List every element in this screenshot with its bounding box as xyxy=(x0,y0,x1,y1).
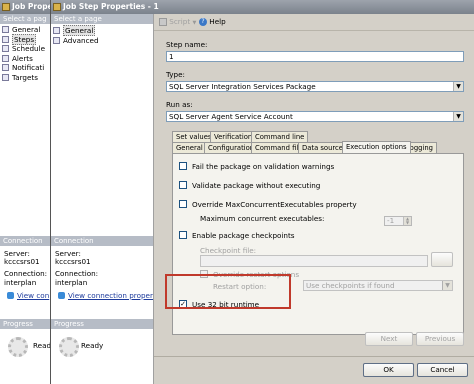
restart-option-select[interactable]: Use checkpoints if found ▼ xyxy=(303,280,453,291)
ok-button[interactable]: OK xyxy=(363,363,414,377)
script-icon xyxy=(159,18,167,26)
cancel-button[interactable]: Cancel xyxy=(417,363,468,377)
chevron-down-icon: ▼ xyxy=(453,82,463,91)
validate-checkbox[interactable] xyxy=(179,181,187,189)
back-window-title: Job Prope xyxy=(12,2,50,11)
job-step-icon xyxy=(53,3,61,11)
back-connection-panel: Server: kcccsrs01 Connection: interplan … xyxy=(0,246,50,319)
back-window: Job Prope Select a pag General Steps Sch… xyxy=(0,0,52,384)
next-button[interactable]: Next xyxy=(365,332,413,346)
window-title: Job Step Properties - 1 xyxy=(63,2,159,11)
link-icon xyxy=(58,292,65,300)
browse-button[interactable] xyxy=(431,252,453,267)
job-icon xyxy=(2,3,10,11)
stepper-arrows-icon: ▲ ▼ xyxy=(403,217,411,225)
back-progress-panel: Read xyxy=(0,329,52,384)
page-icon xyxy=(2,64,9,71)
progress-gear-icon xyxy=(8,337,28,357)
back-progress-status: Read xyxy=(33,341,52,350)
connection-header: Connection xyxy=(51,236,153,246)
chevron-down-icon: ▼ xyxy=(453,112,463,121)
checkpoint-file-input[interactable] xyxy=(200,255,428,267)
previous-button[interactable]: Previous xyxy=(416,332,464,346)
fail-package-label: Fail the package on validation warnings xyxy=(192,162,335,171)
page-icon xyxy=(2,45,9,52)
type-label: Type: xyxy=(166,70,185,79)
button-bar xyxy=(154,356,474,357)
connection-panel: Server: kcccsrs01 Connection: interplan … xyxy=(51,246,166,319)
back-window-titlebar[interactable]: Job Prope xyxy=(0,0,50,14)
back-view-connection-link[interactable]: View con xyxy=(0,291,50,300)
view-connection-properties-link[interactable]: View connection properties xyxy=(51,291,166,300)
enable-checkpoints-label: Enable package checkpoints xyxy=(192,231,295,240)
left-pane: Select a page General Advanced Connectio… xyxy=(51,14,166,384)
type-select[interactable]: SQL Server Integration Services Package … xyxy=(166,81,464,92)
back-connection-header: Connection xyxy=(0,236,50,246)
max-concurrent-label: Maximum concurrent executables: xyxy=(200,214,325,223)
back-progress-header: Progress xyxy=(0,319,50,329)
back-page-notifications[interactable]: Notificati xyxy=(0,63,50,73)
select-page-header: Select a page xyxy=(51,14,153,24)
validate-label: Validate package without executing xyxy=(192,181,321,190)
page-list: General Advanced xyxy=(51,24,153,236)
tab-verification[interactable]: Verification xyxy=(210,131,257,142)
progress-gear-icon xyxy=(59,337,79,357)
back-page-schedules[interactable]: Schedule xyxy=(0,44,50,54)
highlight-box xyxy=(165,274,291,309)
override-max-label: Override MaxConcurrentExecutables proper… xyxy=(192,200,357,209)
back-page-alerts[interactable]: Alerts xyxy=(0,54,50,64)
progress-status: Ready xyxy=(81,341,104,350)
server-value: kcccsrs01 xyxy=(55,257,91,267)
fail-package-checkbox[interactable] xyxy=(179,162,187,170)
run-as-select[interactable]: SQL Server Agent Service Account ▼ xyxy=(166,111,464,122)
tab-general[interactable]: General xyxy=(172,142,207,153)
progress-header: Progress xyxy=(51,319,153,329)
tab-execution-options[interactable]: Execution options xyxy=(342,141,411,153)
back-connection-value: interplan xyxy=(4,277,37,287)
back-server-value: kcccsrs01 xyxy=(4,257,40,267)
progress-panel: Ready xyxy=(51,329,153,384)
chevron-down-icon: ▼ xyxy=(192,20,197,26)
page-icon xyxy=(2,54,9,62)
script-button[interactable]: Script ▼ xyxy=(159,17,196,26)
toolbar: Script ▼ ? Help xyxy=(154,14,474,31)
step-name-input[interactable]: 1 xyxy=(166,51,464,62)
back-page-targets[interactable]: Targets xyxy=(0,73,50,83)
help-icon: ? xyxy=(199,18,207,26)
tab-set-values[interactable]: Set values xyxy=(172,131,216,142)
back-page-list: General Steps Schedule Alerts Notificati… xyxy=(0,24,50,236)
override-max-checkbox[interactable] xyxy=(179,200,187,208)
window-titlebar[interactable]: Job Step Properties - 1 xyxy=(51,0,474,14)
page-general[interactable]: General xyxy=(51,25,153,36)
back-select-page-header: Select a pag xyxy=(0,14,50,24)
right-pane: Script ▼ ? Help Step name: 1 Type: SQL S… xyxy=(153,14,474,384)
page-advanced[interactable]: Advanced xyxy=(51,36,153,46)
page-icon xyxy=(2,26,9,33)
checkpoint-file-label: Checkpoint file: xyxy=(200,246,257,255)
run-as-label: Run as: xyxy=(166,100,193,109)
page-icon xyxy=(2,73,9,81)
page-icon xyxy=(2,35,9,43)
help-button[interactable]: ? Help xyxy=(199,17,226,26)
tab-command-line[interactable]: Command line xyxy=(251,131,309,142)
link-icon xyxy=(7,292,14,300)
page-icon xyxy=(53,27,60,34)
enable-checkpoints-checkbox[interactable] xyxy=(179,231,187,239)
page-icon xyxy=(53,36,60,44)
back-page-steps[interactable]: Steps xyxy=(0,33,50,45)
job-step-window: Job Step Properties - 1 Select a page Ge… xyxy=(50,0,474,384)
max-concurrent-stepper[interactable]: -1 ▲ ▼ xyxy=(384,216,412,226)
step-name-label: Step name: xyxy=(166,40,208,49)
connection-value: interplan xyxy=(55,277,88,287)
chevron-down-icon: ▼ xyxy=(442,281,452,290)
